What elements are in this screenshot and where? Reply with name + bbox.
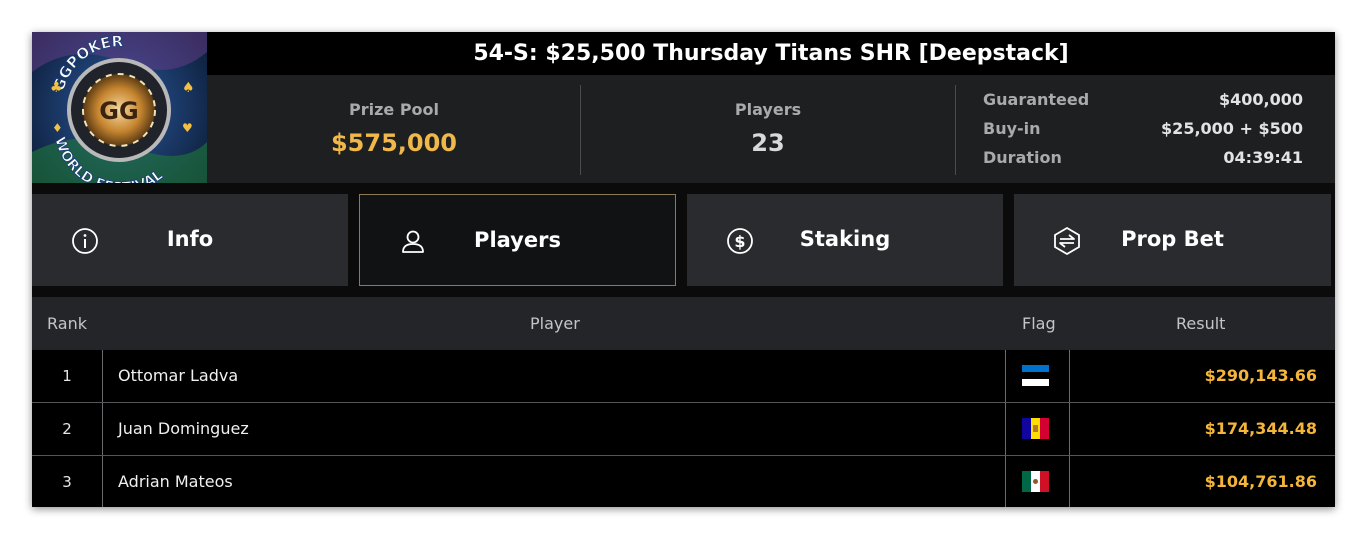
tab-players[interactable]: Players	[359, 194, 676, 286]
flag-header: Flag	[1022, 314, 1056, 333]
tab-info-label: Info	[166, 227, 214, 251]
player-name: Adrian Mateos	[103, 456, 1006, 507]
players-block: Players 23	[581, 75, 955, 183]
player-name: Juan Dominguez	[103, 403, 1006, 455]
tournament-title: 54-S: $25,500 Thursday Titans SHR [Deeps…	[207, 32, 1335, 75]
svg-text:♦: ♦	[52, 121, 63, 135]
buy-in-row: Buy-in $25,000 + $500	[983, 119, 1303, 143]
player-header: Player	[530, 314, 580, 333]
result-header: Result	[1176, 314, 1226, 333]
flag-cell	[1006, 456, 1070, 507]
prize-pool-value: $575,000	[330, 129, 457, 157]
table-row: 2 Juan Dominguez $174,344.48	[32, 403, 1335, 456]
tab-staking[interactable]: $ Staking	[687, 194, 1003, 286]
mexico-flag-icon	[1022, 471, 1049, 492]
svg-text:♥: ♥	[182, 121, 193, 135]
buy-in-value: $25,000 + $500	[1161, 119, 1303, 138]
tab-players-label: Players	[474, 228, 561, 252]
andorra-flag-icon	[1022, 418, 1049, 439]
tournament-stats: Prize Pool $575,000 Players 23 Guarantee…	[207, 75, 1335, 183]
tab-prop-bet[interactable]: Prop Bet	[1014, 194, 1331, 286]
rank-cell: 1	[32, 350, 103, 402]
tab-staking-label: Staking	[799, 227, 891, 251]
guaranteed-row: Guaranteed $400,000	[983, 90, 1303, 114]
rank-header: Rank	[47, 314, 87, 333]
tab-info[interactable]: Info	[32, 194, 348, 286]
duration-label: Duration	[983, 148, 1062, 167]
results-table-header: Rank Player Flag Result	[32, 297, 1335, 350]
duration-row: Duration 04:39:41	[983, 148, 1303, 172]
estonia-flag-icon	[1022, 365, 1049, 386]
svg-text:♣: ♣	[50, 80, 63, 96]
result-cell: $290,143.66	[1204, 366, 1317, 385]
rank-cell: 2	[32, 403, 103, 455]
tournament-panel: GG GGPOKER WORLD FESTIVAL ♣ ♠ ♦ ♥ 54-S: …	[32, 32, 1335, 507]
result-cell: $104,761.86	[1204, 472, 1317, 491]
duration-value: 04:39:41	[1223, 148, 1303, 167]
flag-cell	[1006, 403, 1070, 455]
prize-pool-label: Prize Pool	[348, 100, 440, 119]
table-row: 1 Ottomar Ladva $290,143.66	[32, 350, 1335, 403]
svg-text:♠: ♠	[182, 80, 195, 96]
result-cell: $174,344.48	[1204, 419, 1317, 438]
stats-divider	[955, 85, 956, 175]
players-count: 23	[751, 129, 785, 157]
tab-prop-bet-label: Prop Bet	[1121, 227, 1224, 251]
svg-text:GG: GG	[99, 97, 138, 125]
guaranteed-label: Guaranteed	[983, 90, 1090, 109]
guaranteed-value: $400,000	[1218, 90, 1303, 109]
buy-in-label: Buy-in	[983, 119, 1041, 138]
flag-cell	[1006, 350, 1070, 402]
players-label: Players	[734, 100, 802, 119]
ggpoker-world-festival-logo: GG GGPOKER WORLD FESTIVAL ♣ ♠ ♦ ♥	[32, 32, 207, 183]
prize-pool-block: Prize Pool $575,000	[207, 75, 581, 183]
table-row: 3 Adrian Mateos $104,761.86	[32, 456, 1335, 507]
player-name: Ottomar Ladva	[103, 350, 1006, 402]
rank-cell: 3	[32, 456, 103, 507]
